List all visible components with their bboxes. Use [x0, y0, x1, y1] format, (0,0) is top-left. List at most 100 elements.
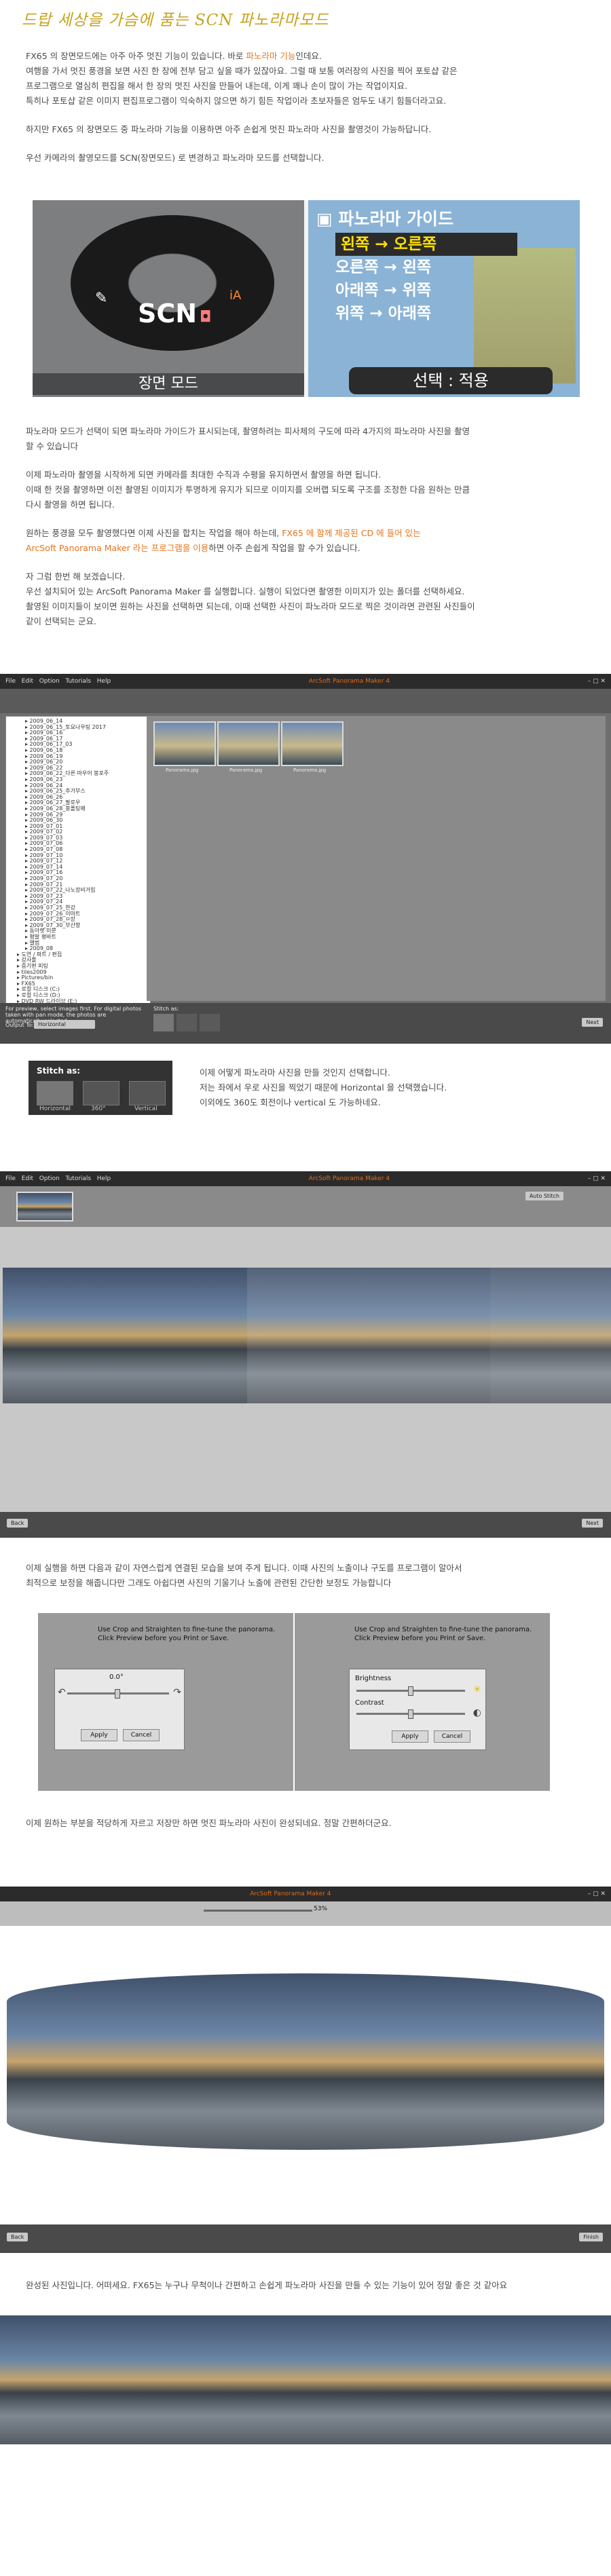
cancel-button[interactable]: Cancel [123, 1729, 160, 1741]
thumbnail-image[interactable] [16, 1192, 73, 1221]
zoom-value: 53% [314, 1906, 328, 1912]
auto-stitch-button[interactable]: Auto Stitch [525, 1192, 563, 1200]
vertical-option[interactable] [129, 1081, 166, 1105]
stitch-horizontal-button[interactable] [153, 1014, 174, 1031]
para5-text: 이제 원하는 부분을 적당하게 자르고 저장만 하면 멋진 파노라마 사진이 완… [26, 1818, 392, 1828]
stitch-vertical-button[interactable] [200, 1014, 220, 1031]
stitch-preview-area [0, 1227, 611, 1512]
menu-edit[interactable]: Edit [22, 1175, 33, 1182]
panorama-maker-window-1: File Edit Option Tutorials Help ArcSoft … [0, 674, 611, 1044]
menu-file[interactable]: File [5, 678, 16, 685]
instruction-text: Use Crop and Straighten to fine-tune the… [354, 1626, 532, 1642]
scn-text: SCN [138, 299, 198, 328]
panorama-guide-title: ▣ 파노라마 가이드 [316, 209, 454, 229]
intro-text: FX65 의 장면모드에는 아주 아주 멋진 기능이 있습니다. 바로 파노라마… [26, 51, 458, 163]
final-panorama-photo [0, 2315, 611, 2444]
window-controls[interactable]: – ▢ ✕ [588, 1891, 611, 1897]
brightness-dialog-shot: Use Crop and Straighten to fine-tune the… [295, 1613, 550, 1791]
contrast-slider-knob[interactable] [408, 1709, 413, 1719]
zoom-slider[interactable] [204, 1910, 312, 1912]
thumbnail-image[interactable] [153, 721, 216, 766]
apply-button[interactable]: Apply [81, 1729, 117, 1741]
panorama-frame-3 [490, 1268, 611, 1403]
crop-preview-area [0, 1926, 611, 2224]
360-label: 360° [91, 1105, 106, 1112]
app-title: ArcSoft Panorama Maker 4 [308, 678, 390, 685]
thumbnail-image[interactable] [281, 721, 344, 766]
stitch-as-header: Stitch as: [37, 1066, 81, 1076]
rotate-right-icon[interactable]: ↷ [173, 1687, 181, 1698]
360-option[interactable] [83, 1081, 119, 1105]
window-controls[interactable]: – ▢ ✕ [588, 1175, 611, 1182]
thumbnail-caption: Panorama.jpg [293, 768, 327, 773]
para6-text: 완성된 사진입니다. 어떠세요. FX65는 누구나 무척이나 간편하고 손쉽게… [26, 2280, 508, 2290]
window-titlebar: File Edit Option Tutorials Help ArcSoft … [0, 1171, 611, 1186]
stitch-360-button[interactable] [177, 1014, 197, 1031]
panorama-icon: ▣ [316, 209, 333, 229]
horizontal-option[interactable] [37, 1081, 73, 1105]
thumbnail-caption: Panorama.jpg [166, 768, 199, 773]
menu-edit[interactable]: Edit [22, 678, 33, 685]
brightness-dialog: Brightness ☀ Contrast ◐ Apply Cancel [349, 1669, 486, 1750]
menu-tutorials[interactable]: Tutorials [65, 1175, 91, 1182]
scn-caption: 장면 모드 [33, 373, 304, 395]
sun-icon: ☀ [473, 1684, 481, 1695]
stitch-as-panel: Stitch as: Horizontal 360° Vertical [29, 1061, 172, 1115]
stitched-panorama [7, 1973, 604, 2150]
stitch-label: Stitch as: [153, 1006, 179, 1012]
folder-tree[interactable]: ▸ 2009_06_14 ▸ 2009_06_15_토요나우팅 2017 ▸ 200… [5, 716, 151, 1006]
direction-option-right-left[interactable]: 오른쪽 → 왼쪽 [308, 256, 580, 279]
straighten-dialog-shot: Use Crop and Straighten to fine-tune the… [38, 1613, 293, 1791]
scn-mode-screen: ✎ SCN ◘ iA 장면 모드 [33, 200, 304, 397]
edit-icon: ✎ [95, 290, 108, 307]
direction-option-top-bottom[interactable]: 위쪽 → 아래쪽 [308, 302, 580, 325]
para2-text: 파노라마 모드가 선택이 되면 파노라마 가이드가 표시되는데, 촬영하려는 피… [26, 426, 475, 626]
back-button[interactable]: Back [7, 1519, 29, 1528]
menu-help[interactable]: Help [97, 1175, 111, 1182]
panorama-maker-window-2: File Edit Option Tutorials Help ArcSoft … [0, 1171, 611, 1538]
panorama-frame-2 [246, 1268, 490, 1403]
output-select[interactable]: Horizontal [34, 1020, 95, 1029]
menu-help[interactable]: Help [97, 678, 111, 685]
back-button[interactable]: Back [7, 2233, 29, 2241]
next-button[interactable]: Next [582, 1018, 603, 1027]
select-apply-footer: 선택 : 적용 [349, 367, 553, 394]
app-title: ArcSoft Panorama Maker 4 [250, 1891, 331, 1897]
mode-dial [71, 215, 274, 351]
direction-option-left-right[interactable]: 왼쪽 → 오른쪽 [335, 233, 517, 256]
thumbnail-image[interactable] [217, 721, 280, 766]
menu-option[interactable]: Option [39, 1175, 60, 1182]
angle-slider-knob[interactable] [115, 1689, 120, 1699]
panorama-maker-window-3: ArcSoft Panorama Maker 4 – ▢ ✕ 53% Back … [0, 1887, 611, 2253]
brightness-slider-knob[interactable] [408, 1686, 413, 1696]
finish-button[interactable]: Finish [579, 2233, 603, 2241]
thumbnail-caption: Panorama.jpg [229, 768, 263, 773]
next-button[interactable]: Next [582, 1519, 603, 1528]
menu-bar: File Edit Option Tutorials Help [5, 678, 111, 685]
menu-file[interactable]: File [5, 1175, 16, 1182]
bottom-bar: Back Finish [0, 2224, 611, 2253]
thumbnail-strip: Auto Stitch [0, 1186, 611, 1227]
apply-button[interactable]: Apply [392, 1730, 428, 1743]
straighten-dialog: 0.0° ↶ ↷ Apply Cancel [54, 1669, 185, 1750]
direction-option-bottom-top[interactable]: 아래쪽 → 위쪽 [308, 279, 580, 302]
angle-value: 0.0° [109, 1673, 124, 1681]
para3-text: 이제 어떻게 파노라마 사진을 만들 것인지 선택합니다. 저는 좌에서 우로 … [200, 1067, 447, 1107]
toolbar [0, 689, 611, 713]
contrast-label: Contrast [355, 1699, 384, 1707]
brightness-label: Brightness [355, 1675, 392, 1682]
ia-icon: iA [229, 288, 242, 303]
cancel-button[interactable]: Cancel [434, 1730, 470, 1743]
instruction-text: Use Crop and Straighten to fine-tune the… [98, 1626, 276, 1642]
panorama-frame-1 [3, 1268, 247, 1403]
rotate-left-icon[interactable]: ↶ [58, 1687, 66, 1698]
window-titlebar: File Edit Option Tutorials Help ArcSoft … [0, 674, 611, 689]
output-label: Output To: [5, 1022, 34, 1028]
vertical-label: Vertical [134, 1105, 158, 1112]
menu-tutorials[interactable]: Tutorials [65, 678, 91, 685]
window-controls[interactable]: – ▢ ✕ [588, 678, 611, 685]
page-title: 드랍 세상을 가슴에 품는 SCN 파노라마모드 [22, 12, 329, 29]
app-title: ArcSoft Panorama Maker 4 [308, 1175, 390, 1182]
menu-option[interactable]: Option [39, 678, 60, 685]
horizontal-label: Horizontal [39, 1105, 71, 1112]
